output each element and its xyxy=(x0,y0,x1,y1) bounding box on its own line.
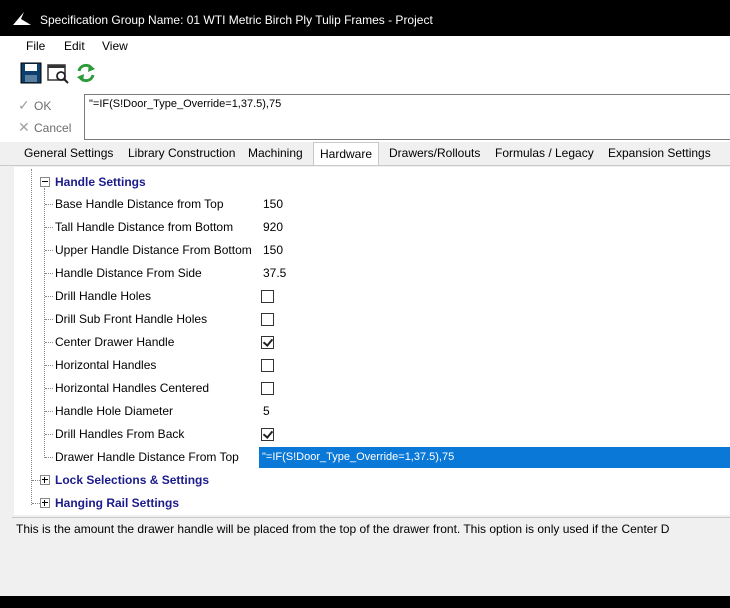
property-row[interactable]: Drill Handle Holes xyxy=(14,285,730,308)
property-row[interactable]: Handle Hole Diameter 5 xyxy=(14,400,730,423)
menu-bar: File Edit View xyxy=(0,36,730,56)
grid-gutter xyxy=(0,167,14,515)
ok-button[interactable]: ✓ OK xyxy=(18,97,51,114)
property-row[interactable]: Drill Sub Front Handle Holes xyxy=(14,308,730,331)
command-area: ✓ OK ✕ Cancel "=IF(S!Door_Type_Override=1,… xyxy=(0,92,730,142)
category-hanging-rail[interactable]: Hanging Rail Settings xyxy=(55,496,179,510)
save-icon[interactable] xyxy=(20,62,42,84)
tree-branch xyxy=(45,273,53,274)
close-icon: ✕ xyxy=(18,119,30,135)
tab-hardware[interactable]: Hardware xyxy=(313,142,380,165)
property-label: Base Handle Distance from Top xyxy=(55,197,224,211)
tab-machining[interactable]: Machining xyxy=(248,146,303,160)
category-handle-settings[interactable]: Handle Settings xyxy=(55,175,146,189)
property-row[interactable]: Upper Handle Distance From Bottom 150 xyxy=(14,239,730,262)
collapse-handle-settings-icon[interactable] xyxy=(40,177,50,187)
property-label: Horizontal Handles Centered xyxy=(55,381,210,395)
property-checkbox[interactable] xyxy=(261,336,274,349)
property-label: Upper Handle Distance From Bottom xyxy=(55,243,252,257)
property-value[interactable]: 5 xyxy=(263,404,270,418)
expand-lock-selections-icon[interactable] xyxy=(40,475,50,485)
tree-branch xyxy=(45,457,53,458)
menu-view[interactable]: View xyxy=(102,39,128,53)
tab-formulas-legacy[interactable]: Formulas / Legacy xyxy=(495,146,594,160)
property-label: Drawer Handle Distance From Top xyxy=(55,450,239,464)
property-row[interactable]: Tall Handle Distance from Bottom 920 xyxy=(14,216,730,239)
description-panel: This is the amount the drawer handle wil… xyxy=(12,517,730,597)
tree-branch xyxy=(45,342,53,343)
tab-drawers-rollouts[interactable]: Drawers/Rollouts xyxy=(389,146,480,160)
property-label: Handle Distance From Side xyxy=(55,266,202,280)
tree-branch xyxy=(45,434,53,435)
property-checkbox[interactable] xyxy=(261,313,274,326)
tree-branch xyxy=(45,250,53,251)
cancel-button[interactable]: ✕ Cancel xyxy=(18,119,71,136)
window-bottom-edge xyxy=(0,596,730,608)
window-title: Specification Group Name: 01 WTI Metric … xyxy=(40,13,433,27)
tree-branch xyxy=(32,503,40,504)
tab-expansion-settings[interactable]: Expansion Settings xyxy=(608,146,711,160)
property-label: Tall Handle Distance from Bottom xyxy=(55,220,234,234)
property-row[interactable]: Handle Distance From Side 37.5 xyxy=(14,262,730,285)
property-label: Drill Sub Front Handle Holes xyxy=(55,312,208,326)
property-row[interactable]: Drill Handles From Back xyxy=(14,423,730,446)
property-checkbox[interactable] xyxy=(261,428,274,441)
property-checkbox[interactable] xyxy=(261,382,274,395)
property-row[interactable]: Center Drawer Handle xyxy=(14,331,730,354)
menu-edit[interactable]: Edit xyxy=(64,39,85,53)
property-checkbox[interactable] xyxy=(261,290,274,303)
property-row-selected[interactable]: Drawer Handle Distance From Top "=IF(S!D… xyxy=(14,446,730,469)
property-label: Drill Handle Holes xyxy=(55,289,152,303)
selected-value-cell[interactable]: "=IF(S!Door_Type_Override=1,37.5),75 xyxy=(259,447,730,468)
cancel-label: Cancel xyxy=(34,121,72,135)
preview-icon[interactable] xyxy=(47,62,69,84)
formula-input[interactable]: "=IF(S!Door_Type_Override=1,37.5),75 xyxy=(84,94,730,140)
title-bar[interactable]: Specification Group Name: 01 WTI Metric … xyxy=(0,0,730,36)
menu-file[interactable]: File xyxy=(26,39,45,53)
property-label: Horizontal Handles xyxy=(55,358,157,372)
tree-branch xyxy=(32,480,40,481)
app-logo-icon xyxy=(13,12,31,25)
category-lock-selections[interactable]: Lock Selections & Settings xyxy=(55,473,209,487)
tree-branch xyxy=(45,227,53,228)
property-grid: Handle Settings Base Handle Distance fro… xyxy=(14,167,730,515)
property-label: Handle Hole Diameter xyxy=(55,404,174,418)
tree-branch xyxy=(45,296,53,297)
tree-branch xyxy=(45,365,53,366)
tree-branch xyxy=(45,204,53,205)
tab-divider xyxy=(0,165,730,166)
ok-label: OK xyxy=(34,99,52,113)
property-row[interactable]: Base Handle Distance from Top 150 xyxy=(14,193,730,216)
tree-branch xyxy=(45,319,53,320)
spec-group-window: Specification Group Name: 01 WTI Metric … xyxy=(0,0,730,608)
property-value[interactable]: 150 xyxy=(263,197,283,211)
property-label: Drill Handles From Back xyxy=(55,427,185,441)
expand-hanging-rail-icon[interactable] xyxy=(40,498,50,508)
tab-library-construction[interactable]: Library Construction xyxy=(128,146,235,160)
property-row[interactable]: Horizontal Handles Centered xyxy=(14,377,730,400)
property-value[interactable]: 920 xyxy=(263,220,283,234)
tab-general-settings[interactable]: General Settings xyxy=(24,146,113,160)
property-label: Center Drawer Handle xyxy=(55,335,175,349)
property-value[interactable]: 150 xyxy=(263,243,283,257)
property-checkbox[interactable] xyxy=(261,359,274,372)
refresh-icon[interactable] xyxy=(75,62,97,84)
tree-branch xyxy=(45,388,53,389)
description-text: This is the amount the drawer handle wil… xyxy=(16,522,670,536)
check-icon: ✓ xyxy=(18,97,30,113)
property-value[interactable]: 37.5 xyxy=(263,266,286,280)
tab-strip: General Settings Library Construction Ma… xyxy=(0,142,730,166)
property-row[interactable]: Horizontal Handles xyxy=(14,354,730,377)
toolbar xyxy=(0,56,730,92)
tree-branch xyxy=(45,411,53,412)
